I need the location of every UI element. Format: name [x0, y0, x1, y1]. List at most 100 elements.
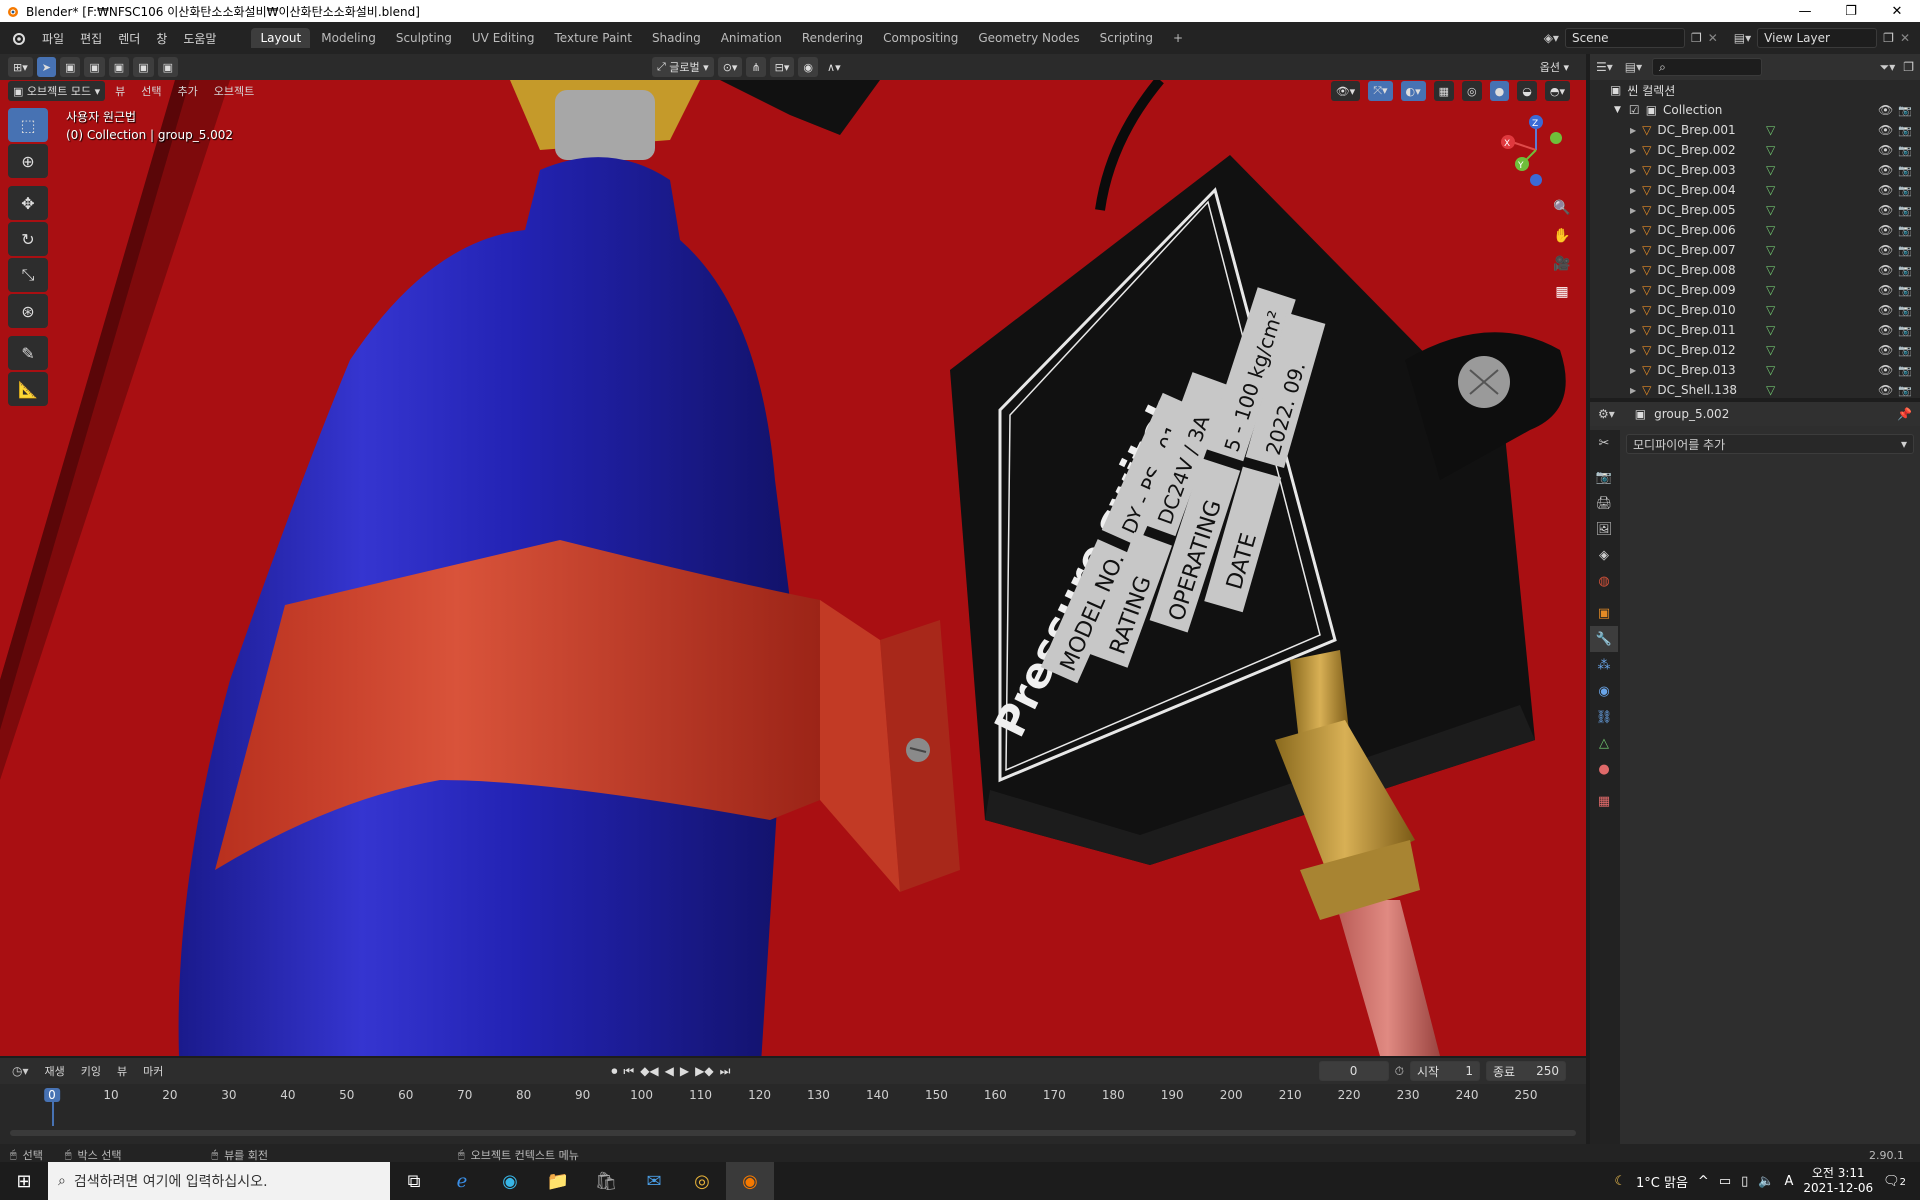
outliner-row-collection[interactable]: ▼ ☑ ▣ Collection 👁 📷: [1590, 100, 1920, 120]
expand-arrow-icon[interactable]: ▶: [1630, 286, 1636, 295]
internet-explorer-icon[interactable]: ℯ: [438, 1162, 486, 1200]
render-camera-icon[interactable]: 📷: [1898, 304, 1912, 317]
physics-tab-icon[interactable]: ◉: [1590, 678, 1618, 704]
outliner-editor-icon[interactable]: ☰▾: [1596, 60, 1613, 74]
navigation-gizmo[interactable]: Z Y X: [1500, 112, 1570, 192]
eye-icon[interactable]: 👁: [1878, 263, 1893, 277]
viewport-menu-select[interactable]: 선택: [133, 83, 169, 99]
eye-icon[interactable]: 👁: [1878, 223, 1893, 237]
tab-modeling[interactable]: Modeling: [312, 28, 385, 48]
tray-chevron-icon[interactable]: ^: [1698, 1174, 1709, 1189]
tab-uv-editing[interactable]: UV Editing: [463, 28, 544, 48]
outliner-item[interactable]: ▶ ▽ DC_Brep.010 ▽ 👁 📷: [1590, 300, 1920, 320]
proportional-edit-icon[interactable]: ◉: [798, 57, 819, 77]
rotate-tool-icon[interactable]: ↻: [8, 222, 48, 256]
perspective-grid-icon[interactable]: ▦: [1548, 278, 1576, 306]
tab-scripting[interactable]: Scripting: [1091, 28, 1162, 48]
expand-arrow-icon[interactable]: ▶: [1630, 166, 1636, 175]
outliner-item[interactable]: ▶ ▽ DC_Brep.001 ▽ 👁 📷: [1590, 120, 1920, 140]
mesh-data-icon[interactable]: ▽: [1766, 183, 1775, 197]
eye-icon[interactable]: 👁: [1878, 143, 1893, 157]
render-tab-icon[interactable]: 📷: [1590, 464, 1618, 490]
maximize-button[interactable]: ❐: [1828, 4, 1874, 19]
eye-icon[interactable]: 👁: [1878, 243, 1893, 257]
outliner-item[interactable]: ▶ ▽ DC_Brep.005 ▽ 👁 📷: [1590, 200, 1920, 220]
mesh-data-icon[interactable]: ▽: [1766, 143, 1775, 157]
ime-icon[interactable]: A: [1784, 1174, 1793, 1189]
xray-icon[interactable]: ▦: [1433, 81, 1455, 101]
expand-arrow-icon[interactable]: ▶: [1630, 146, 1636, 155]
windows-start-icon[interactable]: ⊞: [0, 1162, 48, 1200]
eye-icon[interactable]: 👁: [1878, 363, 1893, 377]
mesh-data-icon[interactable]: ▽: [1766, 303, 1775, 317]
expand-arrow-icon[interactable]: ▶: [1630, 326, 1636, 335]
remove-view-layer-icon[interactable]: ✕: [1900, 31, 1910, 45]
select-tool-icon[interactable]: ➤: [36, 57, 56, 77]
properties-editor-icon[interactable]: ⚙▾: [1598, 407, 1615, 421]
remove-scene-icon[interactable]: ✕: [1708, 31, 1718, 45]
view-layer-tab-icon[interactable]: 🖼: [1590, 516, 1618, 542]
timeline-scrollbar[interactable]: [10, 1130, 1576, 1136]
shading-material-icon[interactable]: ◒: [1517, 81, 1537, 101]
mesh-data-icon[interactable]: ▽: [1766, 243, 1775, 257]
mesh-data-icon[interactable]: ▽: [1766, 263, 1775, 277]
chrome-icon[interactable]: ◎: [678, 1162, 726, 1200]
menu-window[interactable]: 창: [148, 30, 175, 47]
render-camera-icon[interactable]: 📷: [1898, 144, 1912, 157]
view-layer-icon[interactable]: ▤▾: [1734, 31, 1751, 45]
tab-compositing[interactable]: Compositing: [874, 28, 967, 48]
pin-icon[interactable]: 📌: [1897, 407, 1912, 421]
snap-icon[interactable]: ⋔: [746, 57, 766, 77]
zoom-icon[interactable]: 🔍: [1548, 194, 1576, 222]
viewport-menu-object[interactable]: 오브젝트: [206, 83, 262, 99]
render-camera-icon[interactable]: 📷: [1898, 384, 1912, 397]
filter-icon[interactable]: ⏷▾: [1880, 60, 1896, 75]
material-tab-icon[interactable]: ●: [1590, 756, 1618, 782]
mesh-data-icon[interactable]: ▽: [1766, 323, 1775, 337]
tab-geometry-nodes[interactable]: Geometry Nodes: [969, 28, 1088, 48]
render-camera-icon[interactable]: 📷: [1898, 344, 1912, 357]
outliner-item[interactable]: ▶ ▽ DC_Brep.003 ▽ 👁 📷: [1590, 160, 1920, 180]
weather-text[interactable]: 1°C 맑음: [1636, 1172, 1688, 1191]
render-camera-icon[interactable]: 📷: [1898, 324, 1912, 337]
add-modifier-dropdown[interactable]: 모디파이어를 추가 ▾: [1626, 434, 1914, 454]
render-camera-icon[interactable]: 📷: [1898, 104, 1912, 117]
select-mode-invert-icon[interactable]: ▣: [133, 57, 154, 77]
file-explorer-icon[interactable]: 📁: [534, 1162, 582, 1200]
clock[interactable]: 오전 3:11 2021-12-06: [1803, 1166, 1873, 1196]
render-camera-icon[interactable]: 📷: [1898, 204, 1912, 217]
mesh-data-icon[interactable]: ▽: [1766, 163, 1775, 177]
pan-hand-icon[interactable]: ✋: [1548, 222, 1576, 250]
close-button[interactable]: ✕: [1874, 4, 1920, 19]
render-camera-icon[interactable]: 📷: [1898, 364, 1912, 377]
eye-icon[interactable]: 👁: [1878, 123, 1893, 137]
scene-selector-icon[interactable]: ◈▾: [1544, 31, 1559, 45]
view-layer-field[interactable]: View Layer: [1757, 28, 1878, 48]
eye-icon[interactable]: 👁: [1878, 103, 1893, 117]
mail-icon[interactable]: ✉: [630, 1162, 678, 1200]
outliner-item[interactable]: ▶ ▽ DC_Brep.002 ▽ 👁 📷: [1590, 140, 1920, 160]
outliner-item[interactable]: ▶ ▽ DC_Brep.012 ▽ 👁 📷: [1590, 340, 1920, 360]
select-box-tool-icon[interactable]: ⬚: [8, 108, 48, 142]
tab-animation[interactable]: Animation: [712, 28, 791, 48]
expand-arrow-icon[interactable]: ▼: [1614, 105, 1621, 115]
outliner-row-scene-collection[interactable]: ▣ 씬 컬렉션: [1590, 80, 1920, 100]
tab-texture-paint[interactable]: Texture Paint: [546, 28, 641, 48]
render-camera-icon[interactable]: 📷: [1898, 264, 1912, 277]
expand-arrow-icon[interactable]: ▶: [1630, 186, 1636, 195]
battery-icon[interactable]: ▯: [1741, 1174, 1748, 1189]
outliner-item[interactable]: ▶ ▽ DC_Brep.011 ▽ 👁 📷: [1590, 320, 1920, 340]
viewport-menu-add[interactable]: 추가: [170, 83, 206, 99]
visibility-icon[interactable]: 👁▾: [1330, 81, 1361, 101]
eye-icon[interactable]: 👁: [1878, 343, 1893, 357]
menu-help[interactable]: 도움말: [175, 30, 224, 47]
mesh-data-icon[interactable]: ▽: [1766, 363, 1775, 377]
scene-field[interactable]: Scene: [1564, 28, 1685, 48]
new-scene-icon[interactable]: ❐: [1691, 31, 1702, 45]
falloff-icon[interactable]: ∧▾: [822, 57, 846, 77]
outliner-item[interactable]: ▶ ▽ DC_Shell.138 ▽ 👁 📷: [1590, 380, 1920, 400]
eye-icon[interactable]: 👁: [1878, 183, 1893, 197]
tab-shading[interactable]: Shading: [643, 28, 710, 48]
eye-icon[interactable]: 👁: [1878, 303, 1893, 317]
measure-tool-icon[interactable]: 📐: [8, 372, 48, 406]
